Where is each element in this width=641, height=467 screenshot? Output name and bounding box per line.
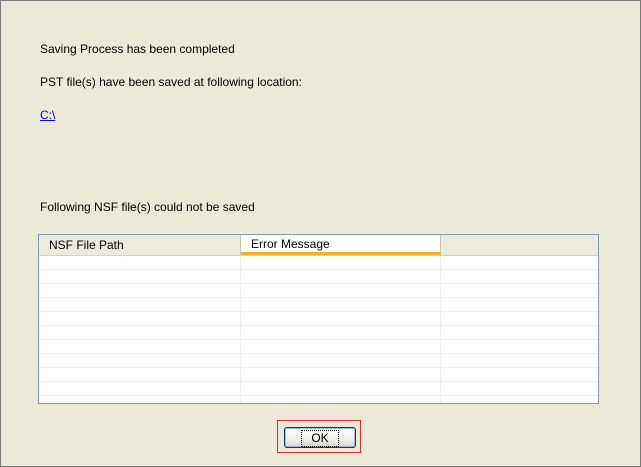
- completion-message: Saving Process has been completed: [40, 42, 235, 56]
- list-grid-row: [39, 340, 598, 354]
- ok-button-label: OK: [301, 429, 339, 447]
- list-grid-row: [39, 382, 598, 396]
- failed-files-list[interactable]: NSF File Path Error Message: [38, 234, 599, 404]
- column-header-blank: [441, 235, 598, 255]
- list-header: NSF File Path Error Message: [39, 235, 598, 256]
- saved-path-link[interactable]: C:\: [40, 108, 55, 122]
- column-header-nsf-file-path[interactable]: NSF File Path: [39, 235, 241, 255]
- list-grid-row: [39, 354, 598, 368]
- list-grid-row: [39, 284, 598, 298]
- list-grid-column-line: [240, 256, 241, 403]
- save-result-dialog: Saving Process has been completed PST fi…: [0, 0, 641, 467]
- saved-location-message: PST file(s) have been saved at following…: [40, 75, 302, 89]
- not-saved-message: Following NSF file(s) could not be saved: [40, 200, 255, 214]
- list-body: [39, 256, 598, 403]
- ok-button[interactable]: OK: [284, 427, 356, 448]
- list-grid-row: [39, 312, 598, 326]
- list-grid-row: [39, 368, 598, 382]
- list-grid-row: [39, 256, 598, 270]
- list-grid-column-line: [440, 256, 441, 403]
- list-grid-row: [39, 298, 598, 312]
- list-grid-row: [39, 326, 598, 340]
- column-header-error-message[interactable]: Error Message: [241, 235, 441, 255]
- list-grid-row: [39, 270, 598, 284]
